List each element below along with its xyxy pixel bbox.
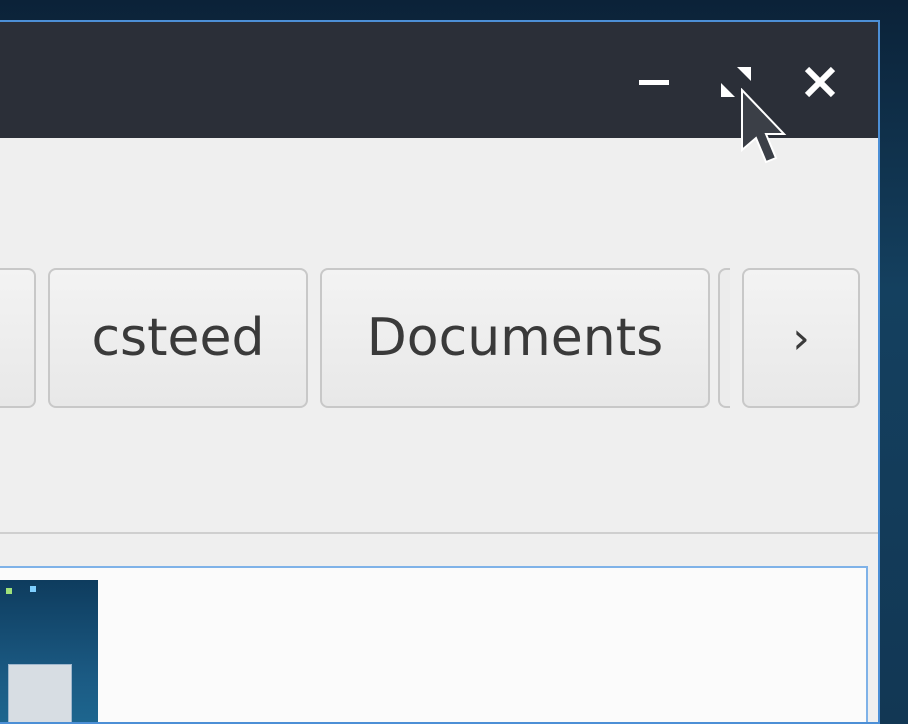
close-button[interactable]	[798, 60, 842, 104]
pathbar-button-documents[interactable]: Documents	[320, 268, 710, 408]
minimize-icon	[639, 80, 669, 85]
file-manager-window: csteed Documents ›	[0, 20, 880, 724]
image-thumbnail[interactable]	[0, 580, 98, 722]
pathbar-label: csteed	[91, 308, 265, 368]
thumbnail-detail	[8, 664, 72, 722]
pathbar-scroll-right-button[interactable]: ›	[742, 268, 860, 408]
pathbar-button-previous[interactable]	[0, 268, 36, 408]
close-icon	[804, 66, 836, 98]
pathbar-button-csteed[interactable]: csteed	[48, 268, 308, 408]
chevron-right-icon: ›	[792, 312, 810, 364]
pathbar-label: Documents	[366, 308, 664, 368]
restore-button[interactable]	[714, 60, 758, 104]
thumbnail-detail	[6, 588, 12, 594]
minimize-button[interactable]	[632, 60, 676, 104]
window-titlebar[interactable]	[0, 22, 878, 138]
restore-icon	[721, 67, 751, 97]
pathbar-divider	[718, 268, 730, 408]
thumbnail-detail	[30, 586, 36, 592]
file-view[interactable]	[0, 566, 868, 722]
pathbar-area: csteed Documents ›	[0, 138, 878, 534]
